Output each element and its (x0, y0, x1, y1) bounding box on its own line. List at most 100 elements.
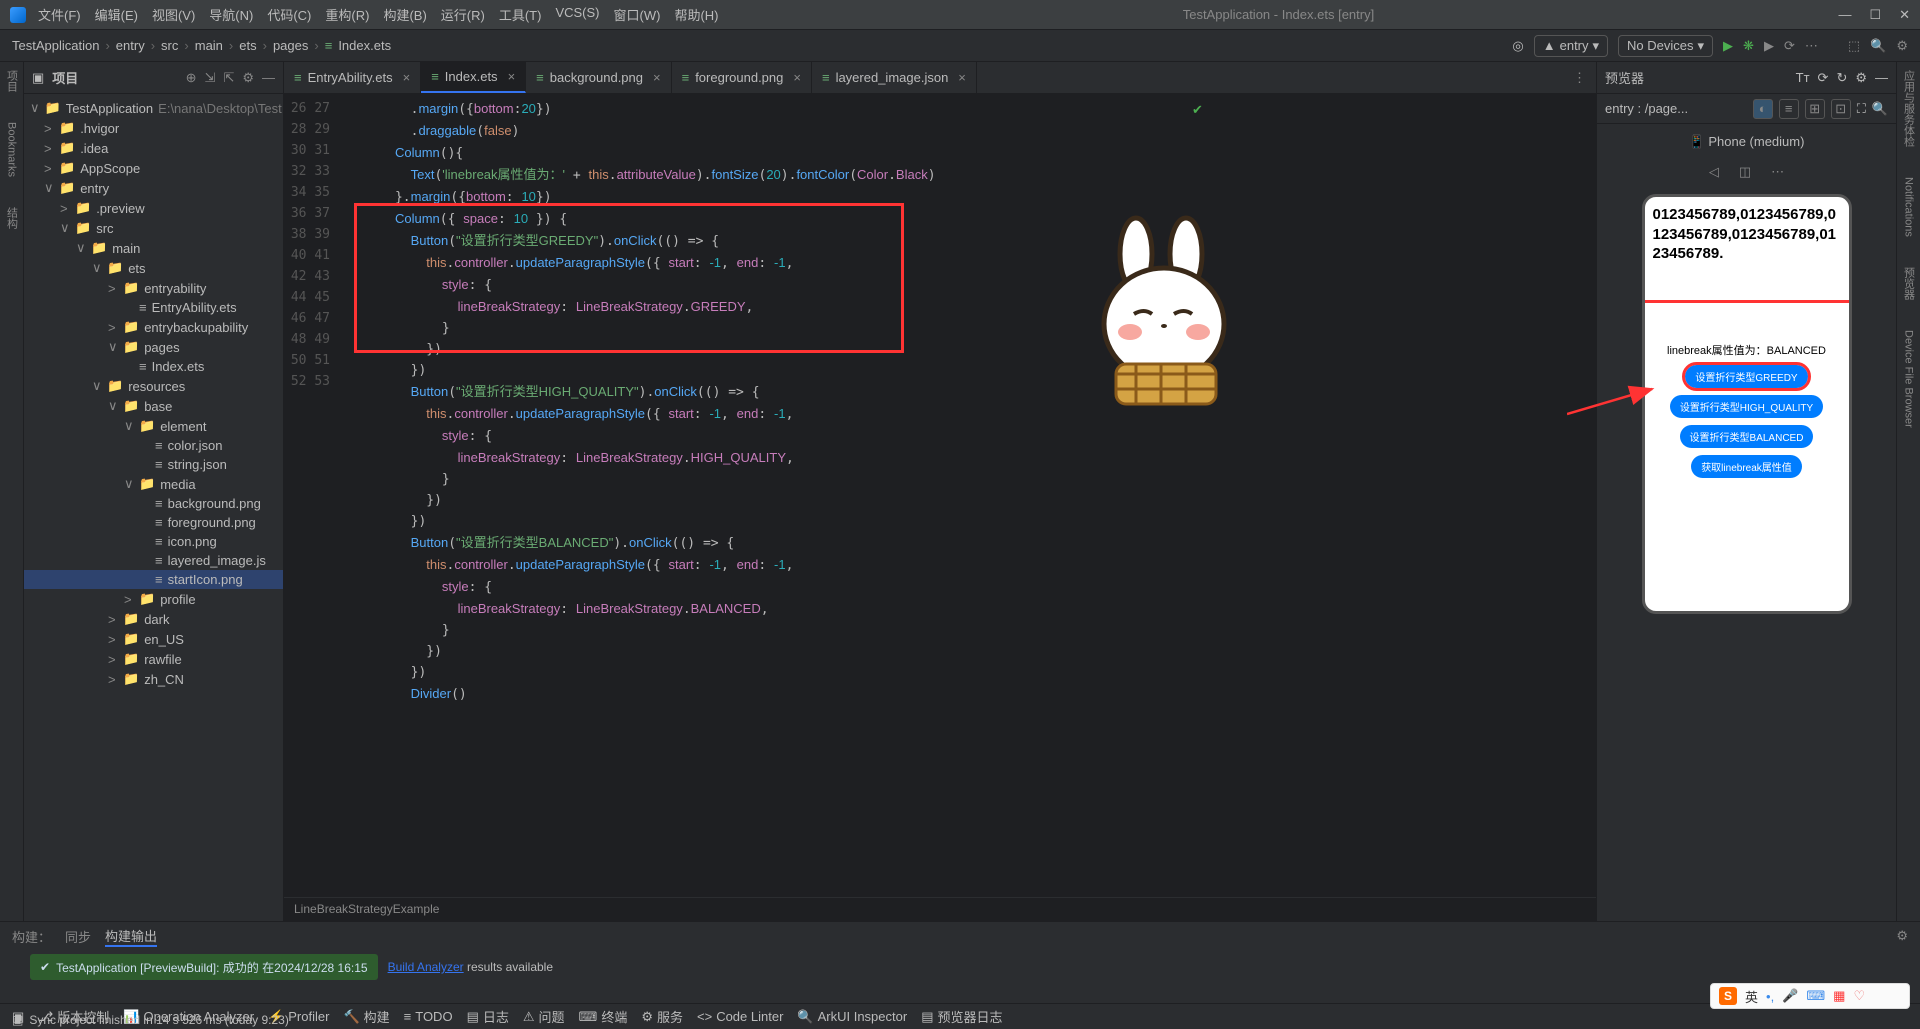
tree-node[interactable]: ∨📁src (24, 218, 283, 238)
tab-build-output[interactable]: 构建输出 (105, 926, 157, 947)
rotate-icon[interactable]: ↻ (1836, 70, 1847, 86)
statusbar-item[interactable]: ⚠问题 (523, 1007, 565, 1026)
tree-node[interactable]: ∨📁TestApplication E:\nana\Desktop\Test (24, 98, 283, 118)
target-icon[interactable]: ◎ (1512, 38, 1523, 54)
tree-node[interactable]: >📁profile (24, 589, 283, 609)
breadcrumb-item[interactable]: src (161, 38, 178, 53)
statusbar-item[interactable]: ⚙服务 (641, 1007, 683, 1026)
text-icon[interactable]: Tт (1796, 70, 1810, 85)
expand-icon[interactable]: ⇲ (205, 70, 216, 86)
search-icon[interactable]: 🔍 (1870, 38, 1886, 54)
mode3-icon[interactable]: ⊞ (1805, 99, 1825, 119)
menu-item[interactable]: 编辑(E) (95, 5, 138, 24)
editor-tab[interactable]: ≡Index.ets× (421, 62, 526, 93)
tree-node[interactable]: ≡startIcon.png (24, 570, 283, 589)
device-selector[interactable]: No Devices ▾ (1618, 35, 1713, 57)
split-icon[interactable]: ◫ (1739, 164, 1751, 180)
mode1-icon[interactable]: ◐ (1753, 99, 1773, 119)
tool1-icon[interactable]: ⬚ (1848, 38, 1860, 54)
run-icon[interactable]: ▶ (1723, 38, 1733, 54)
gear-icon[interactable]: ⚙ (1896, 38, 1908, 54)
preview-button[interactable]: 设置折行类型BALANCED (1680, 425, 1814, 448)
code-editor[interactable]: .margin({bottom:20}) .draggable(false) C… (340, 94, 1596, 897)
tabs-more-icon[interactable]: ⋮ (1563, 70, 1596, 86)
menu-item[interactable]: 窗口(W) (614, 5, 661, 24)
back-icon[interactable]: ◁ (1709, 164, 1719, 180)
statusbar-item[interactable]: 🔨构建 (343, 1007, 389, 1026)
statusbar-item[interactable]: ▤预览器日志 (921, 1007, 1002, 1026)
menu-item[interactable]: VCS(S) (555, 5, 599, 24)
run2-icon[interactable]: ▶ (1764, 38, 1774, 54)
breadcrumb-item[interactable]: TestApplication (12, 38, 99, 53)
tree-node[interactable]: >📁.preview (24, 198, 283, 218)
statusbar-item[interactable]: ⌨终端 (579, 1007, 628, 1026)
close-icon[interactable]: × (958, 70, 966, 85)
tree-node[interactable]: ≡color.json (24, 436, 283, 455)
menu-item[interactable]: 帮助(H) (674, 5, 718, 24)
refresh-icon[interactable]: ⟳ (1818, 70, 1829, 86)
tree-node[interactable]: ∨📁ets (24, 258, 283, 278)
breadcrumb-item[interactable]: ets (239, 38, 256, 53)
statusbar-item[interactable]: ≡TODO (404, 1007, 453, 1026)
statusbar-item[interactable]: 🔍ArkUI Inspector (797, 1007, 907, 1026)
breadcrumb-item[interactable]: main (195, 38, 223, 53)
breadcrumb-item[interactable]: entry (116, 38, 145, 53)
tree-node[interactable]: ≡icon.png (24, 532, 283, 551)
tree-node[interactable]: >📁dark (24, 609, 283, 629)
hide-icon[interactable]: — (1875, 70, 1888, 85)
gear-icon[interactable]: ⚙ (1896, 928, 1908, 944)
tree-node[interactable]: ∨📁resources (24, 376, 283, 396)
project-tree[interactable]: ∨📁TestApplication E:\nana\Desktop\Test>📁… (24, 94, 283, 921)
hide-icon[interactable]: — (262, 70, 275, 85)
statusbar-item[interactable]: ▤日志 (467, 1007, 509, 1026)
tree-node[interactable]: >📁rawfile (24, 649, 283, 669)
rail-experience[interactable]: 应用与服务体检 (1901, 70, 1917, 147)
build-analyzer-link[interactable]: Build Analyzer (388, 960, 464, 974)
menu-item[interactable]: 构建(B) (383, 5, 426, 24)
mode2-icon[interactable]: ≡ (1779, 99, 1799, 119)
rail-bookmarks[interactable]: Bookmarks (6, 122, 18, 177)
tree-node[interactable]: >📁entrybackupability (24, 317, 283, 337)
maximize-icon[interactable]: ☐ (1869, 7, 1881, 23)
close-icon[interactable]: ✕ (1899, 7, 1910, 23)
tree-node[interactable]: ∨📁main (24, 238, 283, 258)
editor-tab[interactable]: ≡background.png× (526, 62, 671, 93)
preview-button[interactable]: 获取linebreak属性值 (1691, 455, 1802, 478)
preview-button[interactable]: 设置折行类型HIGH_QUALITY (1670, 395, 1823, 418)
close-icon[interactable]: × (793, 70, 801, 85)
rail-structure[interactable]: 结构 (4, 207, 20, 229)
tree-node[interactable]: ∨📁entry (24, 178, 283, 198)
tree-node[interactable]: ≡background.png (24, 494, 283, 513)
statusbar-item[interactable]: <>Code Linter (697, 1007, 783, 1026)
zoom-icon[interactable]: 🔍 (1872, 101, 1888, 117)
rail-notifications[interactable]: Notifications (1903, 177, 1915, 237)
tree-node[interactable]: ≡Index.ets (24, 357, 283, 376)
close-icon[interactable]: × (508, 69, 516, 84)
menu-item[interactable]: 运行(R) (441, 5, 485, 24)
tree-node[interactable]: >📁.idea (24, 138, 283, 158)
tree-node[interactable]: ≡foreground.png (24, 513, 283, 532)
menu-item[interactable]: 导航(N) (209, 5, 253, 24)
breadcrumb-item[interactable]: pages (273, 38, 308, 53)
refresh-icon[interactable]: ⟳ (1784, 38, 1795, 54)
menu-item[interactable]: 重构(R) (325, 5, 369, 24)
tree-node[interactable]: ≡string.json (24, 455, 283, 474)
tree-node[interactable]: >📁entryability (24, 278, 283, 298)
tree-node[interactable]: ≡layered_image.js (24, 551, 283, 570)
debug-icon[interactable]: ❋ (1743, 38, 1754, 54)
mode4-icon[interactable]: ⊡ (1831, 99, 1851, 119)
collapse-icon[interactable]: ⇱ (223, 70, 234, 86)
rail-project[interactable]: 项目 (4, 70, 20, 92)
more-icon[interactable]: ⋯ (1771, 164, 1784, 180)
menu-item[interactable]: 文件(F) (38, 5, 81, 24)
more-icon[interactable]: ⋯ (1805, 38, 1818, 54)
tree-node[interactable]: >📁.hvigor (24, 118, 283, 138)
crop-icon[interactable]: ⛶ (1857, 101, 1866, 117)
gear-icon[interactable]: ⚙ (242, 70, 254, 86)
menu-item[interactable]: 工具(T) (499, 5, 542, 24)
breadcrumb-item[interactable]: Index.ets (338, 38, 391, 53)
minimize-icon[interactable]: — (1838, 7, 1851, 23)
tree-node[interactable]: ∨📁pages (24, 337, 283, 357)
tree-node[interactable]: ∨📁media (24, 474, 283, 494)
editor-tab[interactable]: ≡layered_image.json× (812, 62, 977, 93)
